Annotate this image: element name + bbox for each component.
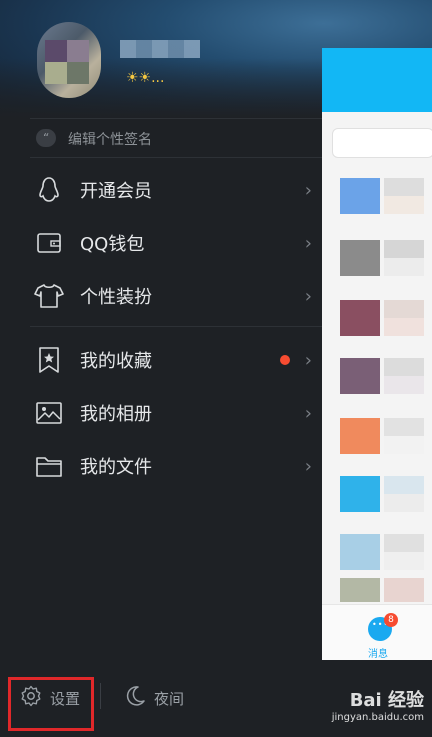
menu-item-wallet[interactable]: QQ钱包 ›: [30, 216, 322, 269]
menu-item-label: 我的文件: [80, 456, 152, 478]
menu-item-album[interactable]: 我的相册 ›: [30, 386, 322, 439]
chevron-right-icon: ›: [304, 403, 312, 424]
unread-badge: 8: [384, 613, 398, 627]
night-mode-button[interactable]: 夜间: [124, 682, 184, 714]
folder-icon: [32, 449, 66, 483]
watermark-url: jingyan.baidu.com: [331, 712, 424, 723]
menu-item-favorites[interactable]: 我的收藏 ›: [30, 333, 322, 386]
menu-item-label: 开通会员: [80, 180, 152, 202]
messages-tab[interactable]: 8 消息: [322, 604, 432, 660]
night-mode-label: 夜间: [154, 689, 185, 708]
bottom-bar-separator: [100, 683, 101, 709]
quote-icon: “: [36, 129, 56, 147]
menu-secondary: 我的收藏 › 我的相册 › 我的文件 ›: [30, 333, 322, 492]
signature-editor[interactable]: “ 编辑个性签名: [30, 118, 322, 158]
penguin-icon: [32, 173, 66, 207]
chevron-right-icon: ›: [304, 456, 312, 477]
menu-item-label: QQ钱包: [80, 233, 145, 255]
chat-search-box[interactable]: [332, 128, 432, 158]
watermark-brand: Bai 经验: [349, 690, 424, 711]
level-badges[interactable]: ☀☀...: [126, 70, 164, 86]
chat-list-panel[interactable]: 8 消息: [322, 48, 432, 660]
tshirt-icon: [32, 279, 66, 313]
chat-row[interactable]: [322, 168, 432, 222]
photo-album-icon: [32, 396, 66, 430]
moon-icon: [124, 685, 146, 711]
wallet-icon: [32, 226, 66, 260]
chat-row[interactable]: [322, 410, 432, 464]
side-drawer: ☀☀... “ 编辑个性签名 开通会员 › QQ钱包 › 个性装扮 › 我的收藏…: [0, 0, 322, 737]
menu-item-label: 我的相册: [80, 403, 152, 425]
menu-item-vip[interactable]: 开通会员 ›: [30, 163, 322, 216]
chat-row[interactable]: [322, 232, 432, 286]
chat-panel-header: [322, 48, 432, 112]
menu-item-dressup[interactable]: 个性装扮 ›: [30, 269, 322, 322]
menu-primary: 开通会员 › QQ钱包 › 个性装扮 ›: [30, 163, 322, 322]
menu-item-label: 个性装扮: [80, 286, 152, 308]
signature-placeholder: 编辑个性签名: [68, 132, 152, 148]
new-content-dot: [280, 355, 290, 365]
chevron-right-icon: ›: [304, 350, 312, 371]
menu-divider: [30, 326, 322, 327]
baidu-jingyan-watermark: Bai 经验 jingyan.baidu.com: [332, 686, 424, 723]
bookmark-star-icon: [32, 343, 66, 377]
avatar[interactable]: [37, 22, 101, 98]
chevron-right-icon: ›: [304, 286, 312, 307]
chat-row[interactable]: [322, 468, 432, 522]
chevron-right-icon: ›: [304, 233, 312, 254]
nickname-blurred[interactable]: [120, 40, 200, 58]
chat-row[interactable]: [322, 292, 432, 346]
chat-row[interactable]: [322, 350, 432, 404]
menu-item-files[interactable]: 我的文件 ›: [30, 439, 322, 492]
chat-row[interactable]: [322, 526, 432, 580]
chevron-right-icon: ›: [304, 180, 312, 201]
settings-highlight-box: [8, 677, 94, 731]
messages-tab-label: 消息: [368, 649, 388, 660]
